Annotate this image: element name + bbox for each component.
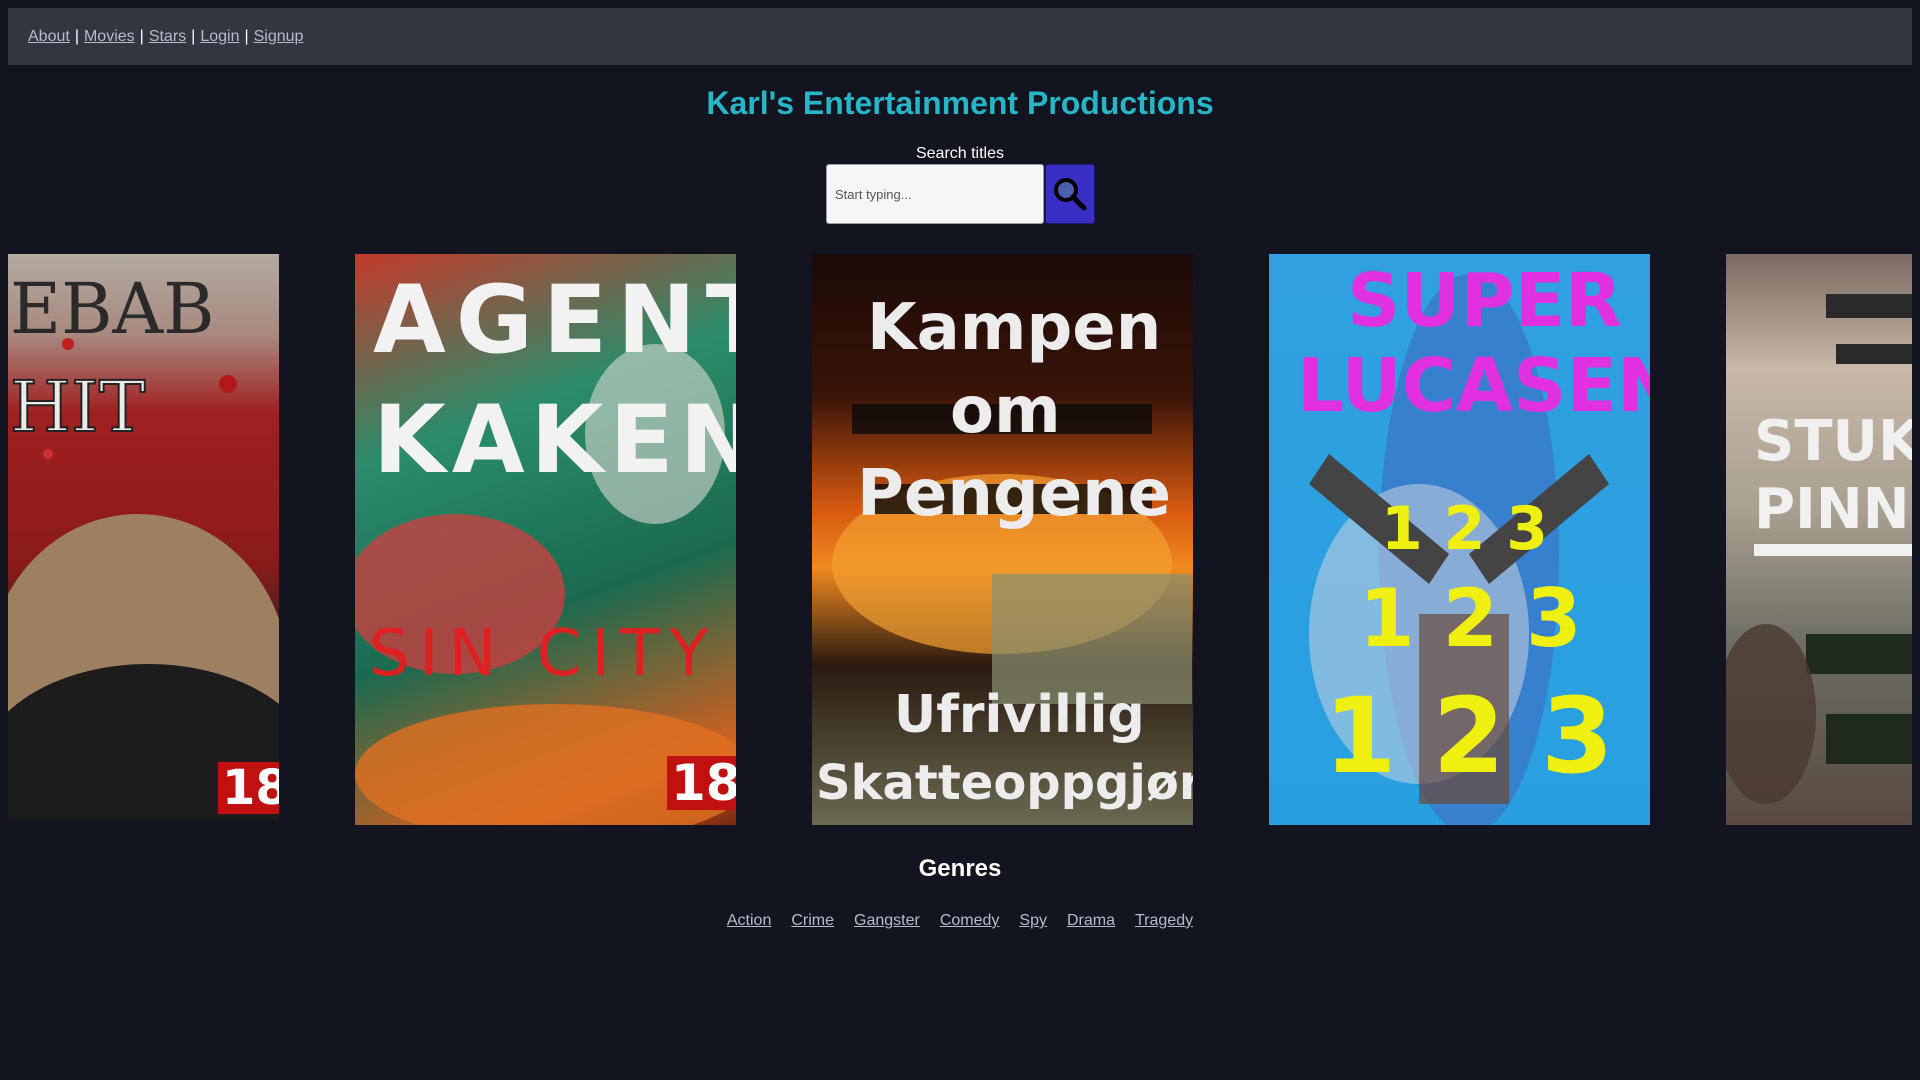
genre-list: Action Crime Gangster Comedy Spy Drama T…: [0, 912, 1920, 930]
poster-subtitle-line: Skatteoppgjør: [816, 755, 1193, 811]
genre-link-crime[interactable]: Crime: [791, 912, 834, 930]
nav-separator: |: [191, 27, 196, 45]
movie-poster[interactable]: SUPER LUCASEN 1 2 3 1 2 3 1 2 3: [1269, 254, 1650, 825]
movie-poster[interactable]: STUK PINNE: [1726, 254, 1912, 825]
poster-subtitle-line: Ufrivillig: [894, 685, 1145, 745]
search-button[interactable]: [1045, 164, 1095, 224]
movie-poster[interactable]: Kampen om Pengene Ufrivillig Skatteoppgj…: [812, 254, 1193, 825]
nav-link-login[interactable]: Login: [200, 28, 239, 46]
search-input[interactable]: [826, 164, 1044, 224]
search-label: Search titles: [915, 145, 1005, 162]
age-rating-badge: 18: [667, 756, 736, 810]
poster-title-line: Kampen: [867, 291, 1162, 365]
genre-link-drama[interactable]: Drama: [1067, 912, 1115, 930]
poster-title-line: LUCASEN: [1297, 343, 1650, 429]
nav-link-stars[interactable]: Stars: [149, 28, 186, 46]
search-bar: [826, 164, 1095, 224]
nav-link-about[interactable]: About: [28, 28, 70, 46]
page-title: Karl's Entertainment Productions: [706, 85, 1214, 121]
poster-number-line: 1 2 3: [1324, 675, 1614, 797]
poster-title-line: SUPER: [1347, 258, 1623, 344]
age-rating-badge: 18: [218, 762, 279, 814]
poster-number-line: 1 2 3: [1381, 494, 1549, 564]
movie-poster[interactable]: EBAB HIT 18: [8, 254, 279, 821]
nav-separator: |: [139, 27, 144, 45]
poster-title-line: HIT: [9, 366, 146, 448]
poster-title-underline: [1754, 544, 1912, 556]
genre-link-tragedy[interactable]: Tragedy: [1135, 912, 1193, 930]
poster-title-line: AGENT: [373, 266, 736, 375]
genre-link-spy[interactable]: Spy: [1019, 912, 1047, 930]
top-nav: About | Movies | Stars | Login | Signup: [8, 8, 1912, 65]
poster-title-line: KAKEN: [373, 386, 736, 495]
poster-number-line: 1 2 3: [1359, 572, 1582, 665]
genre-link-gangster[interactable]: Gangster: [854, 912, 920, 930]
poster-title-line: Pengene: [857, 457, 1172, 531]
poster-title-line: EBAB: [10, 268, 215, 350]
movie-carousel: EBAB HIT 18 AGENT KAKEN SIN CITY 18 Kamp…: [8, 254, 1912, 825]
poster-title-line: STUK: [1754, 409, 1912, 474]
search-icon: [1054, 178, 1087, 211]
nav-separator: |: [74, 27, 79, 45]
genre-link-comedy[interactable]: Comedy: [940, 912, 1000, 930]
poster-title-line: om: [950, 374, 1061, 448]
poster-subtitle: SIN CITY: [369, 617, 719, 691]
genre-link-action[interactable]: Action: [727, 912, 771, 930]
genres-heading: Genres: [918, 855, 1002, 882]
nav-link-signup[interactable]: Signup: [254, 28, 304, 46]
nav-link-movies[interactable]: Movies: [84, 28, 135, 46]
nav-separator: |: [244, 27, 249, 45]
movie-poster[interactable]: AGENT KAKEN SIN CITY 18: [355, 254, 736, 825]
poster-title-line: PINNE: [1754, 477, 1912, 542]
